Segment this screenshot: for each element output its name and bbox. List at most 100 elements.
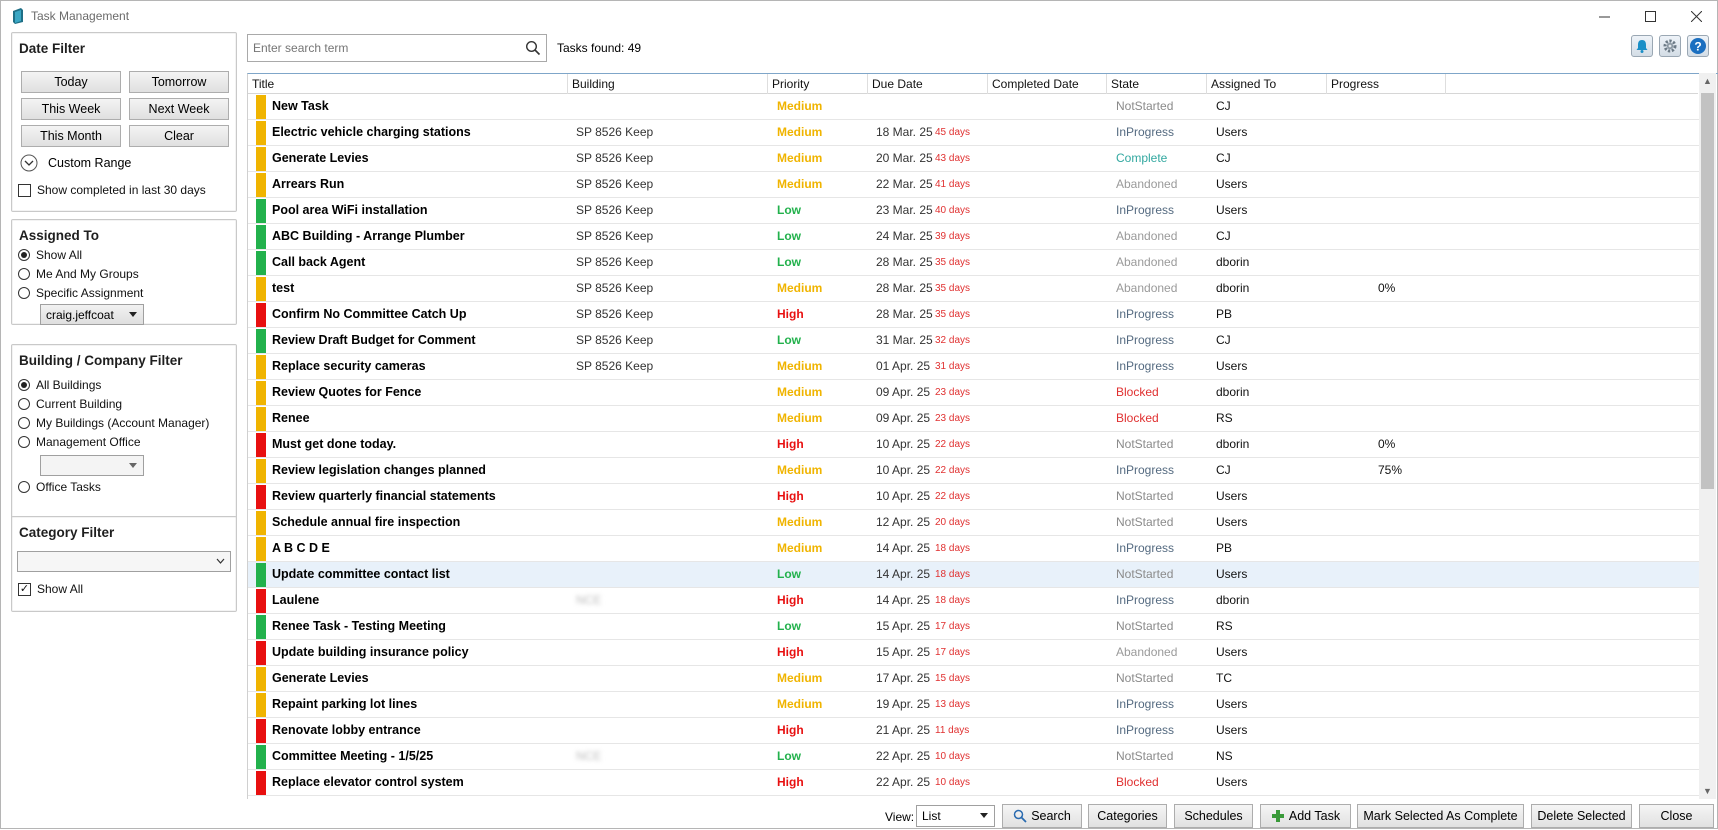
- radio-indicator: [18, 268, 30, 280]
- column-header-state[interactable]: State: [1107, 74, 1207, 94]
- radio-current-building[interactable]: Current Building: [18, 396, 122, 412]
- task-title: Replace security cameras: [272, 359, 426, 373]
- column-header-progress[interactable]: Progress: [1327, 74, 1446, 94]
- radio-all-buildings[interactable]: All Buildings: [18, 377, 101, 393]
- task-days-overdue: 13 days: [935, 699, 971, 710]
- notifications-button[interactable]: [1631, 35, 1653, 57]
- maximize-button[interactable]: [1627, 1, 1673, 31]
- management-office-dropdown[interactable]: [40, 455, 144, 476]
- search-icon[interactable]: [525, 40, 541, 56]
- add-task-label: Add Task: [1288, 809, 1341, 823]
- vertical-scrollbar[interactable]: ▲ ▼: [1699, 73, 1716, 799]
- column-header-completed-date[interactable]: Completed Date: [988, 74, 1107, 94]
- task-assigned-to: Users: [1216, 567, 1248, 581]
- table-row[interactable]: Electric vehicle charging stations SP 852…: [248, 120, 1700, 146]
- user-dropdown[interactable]: craig.jeffcoat: [40, 304, 144, 325]
- scroll-up-icon[interactable]: ▲: [1703, 76, 1712, 86]
- priority-color-bar: [256, 277, 266, 301]
- next-week-button[interactable]: Next Week: [129, 98, 229, 120]
- task-title: Committee Meeting - 1/5/25: [272, 749, 434, 763]
- category-dropdown[interactable]: [17, 551, 231, 572]
- table-row[interactable]: Pool area WiFi installation SP 8526 Keep L…: [248, 198, 1700, 224]
- table-row[interactable]: Update committee contact list Low 14 Apr. …: [248, 562, 1700, 588]
- table-row[interactable]: Review Draft Budget for Comment SP 8526 K…: [248, 328, 1700, 354]
- this-week-button[interactable]: This Week: [21, 98, 121, 120]
- search-field[interactable]: [247, 34, 547, 62]
- this-month-button[interactable]: This Month: [21, 125, 121, 147]
- table-row[interactable]: Review quarterly financial statements Hig…: [248, 484, 1700, 510]
- column-header-assigned-to[interactable]: Assigned To: [1207, 74, 1327, 94]
- footer-toolbar: View: List Search Categories Schedules A…: [1, 801, 1718, 830]
- show-completed-label: Show completed in last 30 days: [37, 183, 206, 197]
- task-assigned-to: Users: [1216, 723, 1248, 737]
- radio-my-buildings[interactable]: My Buildings (Account Manager): [18, 415, 209, 431]
- radio-management-office[interactable]: Management Office: [18, 434, 141, 450]
- table-row[interactable]: Must get done today. High 10 Apr. 25 22 day…: [248, 432, 1700, 458]
- task-state: NotStarted: [1116, 671, 1174, 685]
- custom-range-toggle[interactable]: Custom Range: [20, 154, 131, 172]
- table-row[interactable]: Schedule annual fire inspection Medium 12 …: [248, 510, 1700, 536]
- show-completed-checkbox[interactable]: Show completed in last 30 days: [18, 182, 206, 198]
- close-window-button[interactable]: [1673, 1, 1718, 31]
- settings-button[interactable]: [1659, 35, 1681, 57]
- task-days-overdue: 35 days: [935, 283, 971, 294]
- table-row[interactable]: Generate Levies Medium 17 Apr. 25 15 days No…: [248, 666, 1700, 692]
- table-row[interactable]: Call back Agent SP 8526 Keep Low 28 Mar. 25…: [248, 250, 1700, 276]
- table-row[interactable]: Review legislation changes planned Medium…: [248, 458, 1700, 484]
- table-row[interactable]: Review Quotes for Fence Medium 09 Apr. 25 2…: [248, 380, 1700, 406]
- table-row[interactable]: Generate Levies SP 8526 Keep Medium 20 Mar.…: [248, 146, 1700, 172]
- radio-show-all[interactable]: Show All: [18, 247, 82, 263]
- view-dropdown[interactable]: List: [916, 805, 995, 827]
- table-row[interactable]: Committee Meeting - 1/5/25 NCE Low 22 Apr. …: [248, 744, 1700, 770]
- table-row[interactable]: Replace security cameras SP 8526 Keep Medi…: [248, 354, 1700, 380]
- column-header-title[interactable]: Title: [248, 74, 568, 94]
- category-show-all-checkbox[interactable]: ✓ Show All: [18, 581, 83, 597]
- table-row[interactable]: ABC Building - Arrange Plumber SP 8526 Ke…: [248, 224, 1700, 250]
- scroll-down-icon[interactable]: ▼: [1703, 786, 1712, 796]
- task-days-overdue: 17 days: [935, 647, 971, 658]
- table-row[interactable]: Renee Task - Testing Meeting Low 15 Apr. 2…: [248, 614, 1700, 640]
- column-header-due-date[interactable]: Due Date: [868, 74, 988, 94]
- tomorrow-button[interactable]: Tomorrow: [129, 71, 229, 93]
- task-assigned-to: CJ: [1216, 99, 1231, 113]
- table-row[interactable]: Update building insurance policy High 15 A…: [248, 640, 1700, 666]
- table-row[interactable]: test SP 8526 Keep Medium 28 Mar. 25 35 days A…: [248, 276, 1700, 302]
- task-state: Abandoned: [1116, 255, 1178, 269]
- radio-office-tasks[interactable]: Office Tasks: [18, 479, 101, 495]
- table-row[interactable]: Laulene NCE High 14 Apr. 25 18 days InProgres…: [248, 588, 1700, 614]
- task-assigned-to: TC: [1216, 671, 1232, 685]
- delete-selected-button[interactable]: Delete Selected: [1531, 804, 1632, 828]
- scrollbar-thumb[interactable]: [1701, 93, 1714, 489]
- task-progress: [1378, 250, 1438, 276]
- column-header-priority[interactable]: Priority: [768, 74, 868, 94]
- table-row[interactable]: Renee Medium 09 Apr. 25 23 days Blocked RS: [248, 406, 1700, 432]
- categories-button[interactable]: Categories: [1088, 804, 1167, 828]
- table-row[interactable]: A B C D E Medium 14 Apr. 25 18 days InProgre…: [248, 536, 1700, 562]
- search-button[interactable]: Search: [1002, 804, 1082, 828]
- table-row[interactable]: Confirm No Committee Catch Up SP 8526 Kee…: [248, 302, 1700, 328]
- task-priority: Medium: [777, 671, 823, 685]
- today-button[interactable]: Today: [21, 71, 121, 93]
- column-header-building[interactable]: Building: [568, 74, 768, 94]
- mark-selected-complete-button[interactable]: Mark Selected As Complete: [1357, 804, 1524, 828]
- radio-specific-assignment[interactable]: Specific Assignment: [18, 285, 143, 301]
- task-assigned-to: dborin: [1216, 437, 1250, 451]
- clear-button[interactable]: Clear: [129, 125, 229, 147]
- priority-color-bar: [256, 459, 266, 483]
- table-row[interactable]: Replace elevator control system High 22 Ap…: [248, 770, 1700, 796]
- schedules-button[interactable]: Schedules: [1174, 804, 1253, 828]
- add-task-button[interactable]: Add Task: [1260, 804, 1351, 828]
- help-button[interactable]: ?: [1687, 35, 1709, 57]
- table-row[interactable]: New Task Medium NotStarted CJ: [248, 94, 1700, 120]
- task-assigned-to: Users: [1216, 775, 1248, 789]
- task-days-overdue: 18 days: [935, 595, 971, 606]
- close-button[interactable]: Close: [1639, 804, 1714, 828]
- task-priority: Low: [777, 255, 801, 269]
- table-row[interactable]: Renovate lobby entrance High 21 Apr. 25 11 …: [248, 718, 1700, 744]
- table-row[interactable]: Repaint parking lot lines Medium 19 Apr. 2…: [248, 692, 1700, 718]
- minimize-button[interactable]: [1581, 1, 1627, 31]
- radio-me-and-my-groups[interactable]: Me And My Groups: [18, 266, 139, 282]
- table-row[interactable]: Arrears Run SP 8526 Keep Medium 22 Mar. 25 4…: [248, 172, 1700, 198]
- priority-color-bar: [256, 511, 266, 535]
- search-input[interactable]: [248, 35, 508, 61]
